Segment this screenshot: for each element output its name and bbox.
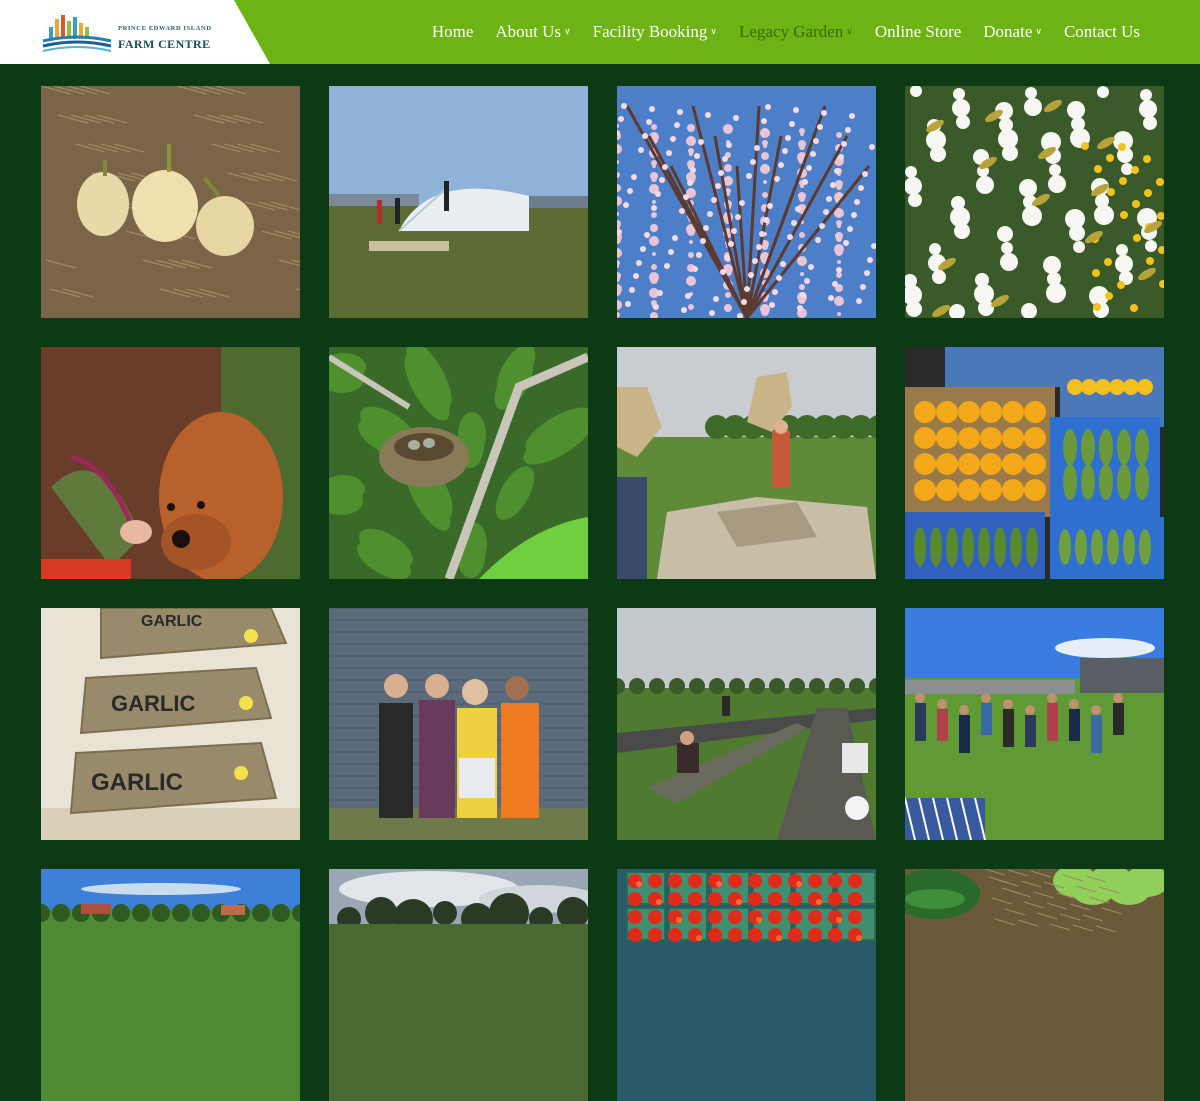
nav-item-label: Legacy Garden <box>738 22 844 41</box>
photo-image <box>41 869 300 1101</box>
photo-image <box>41 347 300 579</box>
nav-item-label: Donate <box>983 22 1033 41</box>
svg-text:GARLIC: GARLIC <box>91 769 183 796</box>
nav-item-home[interactable]: Home <box>421 22 485 42</box>
logo[interactable]: PRINCE EDWARD ISLAND FARM CENTRE <box>0 0 270 64</box>
gallery-photo[interactable] <box>41 86 300 318</box>
gallery-photo[interactable] <box>329 86 588 318</box>
photo-image <box>617 86 876 318</box>
photo-image <box>617 869 876 1101</box>
photo-image <box>329 86 588 318</box>
photo-image <box>617 608 876 840</box>
nav-item-legacy-garden[interactable]: Legacy Garden ∨ <box>728 22 864 42</box>
gallery-photo[interactable] <box>617 869 876 1101</box>
chevron-down-icon: ∨ <box>710 25 717 36</box>
photo-image <box>329 347 588 579</box>
photo-image <box>329 608 588 840</box>
photo-image <box>41 86 300 318</box>
logo-title: FARM CENTRE <box>118 37 211 51</box>
chevron-down-icon: ∨ <box>564 25 571 36</box>
gallery-photo[interactable] <box>329 608 588 840</box>
photo-image <box>905 869 1164 1101</box>
chevron-down-icon: ∨ <box>846 25 853 36</box>
nav-item-label: Online Store <box>874 22 962 41</box>
photo-image: GARLIC GARLIC GARLIC <box>41 608 300 840</box>
photo-image <box>905 608 1164 840</box>
nav-item-online-store[interactable]: Online Store <box>864 22 972 42</box>
chevron-down-icon: ∨ <box>1035 25 1042 36</box>
gallery-photo[interactable]: GARLIC GARLIC GARLIC <box>41 608 300 840</box>
photo-image <box>905 86 1164 318</box>
photo-image <box>617 347 876 579</box>
nav-item-label: Home <box>431 22 474 41</box>
gallery-photo[interactable] <box>905 86 1164 318</box>
nav-item-contact-us[interactable]: Contact Us <box>1053 22 1151 42</box>
logo-subtitle: PRINCE EDWARD ISLAND <box>118 25 212 32</box>
gallery-photo[interactable] <box>329 347 588 579</box>
nav-item-donate[interactable]: Donate ∨ <box>972 22 1053 42</box>
gallery-photo[interactable] <box>905 869 1164 1101</box>
nav-item-label: About Us <box>495 22 562 41</box>
site-header: PRINCE EDWARD ISLAND FARM CENTRE Home Abo… <box>0 0 1200 64</box>
nav-item-about-us[interactable]: About Us ∨ <box>484 22 581 42</box>
farm-centre-logo-icon <box>42 15 112 52</box>
gallery-photo[interactable] <box>329 869 588 1101</box>
gallery-photo[interactable] <box>617 608 876 840</box>
photo-image <box>329 869 588 1101</box>
gallery-photo[interactable] <box>41 869 300 1101</box>
nav-item-label: Facility Booking <box>592 22 708 41</box>
photo-image <box>905 347 1164 579</box>
svg-text:GARLIC: GARLIC <box>111 691 195 716</box>
gallery-photo[interactable] <box>617 86 876 318</box>
main-nav: Home About Us ∨ Facility Booking ∨ Legacy Gar… <box>421 0 1151 64</box>
nav-item-label: Contact Us <box>1063 22 1140 41</box>
gallery-photo[interactable] <box>617 347 876 579</box>
gallery-photo[interactable] <box>41 347 300 579</box>
svg-text:GARLIC: GARLIC <box>141 613 203 630</box>
nav-item-facility-booking[interactable]: Facility Booking ∨ <box>582 22 728 42</box>
gallery-photo[interactable] <box>905 347 1164 579</box>
gallery-photo[interactable] <box>905 608 1164 840</box>
